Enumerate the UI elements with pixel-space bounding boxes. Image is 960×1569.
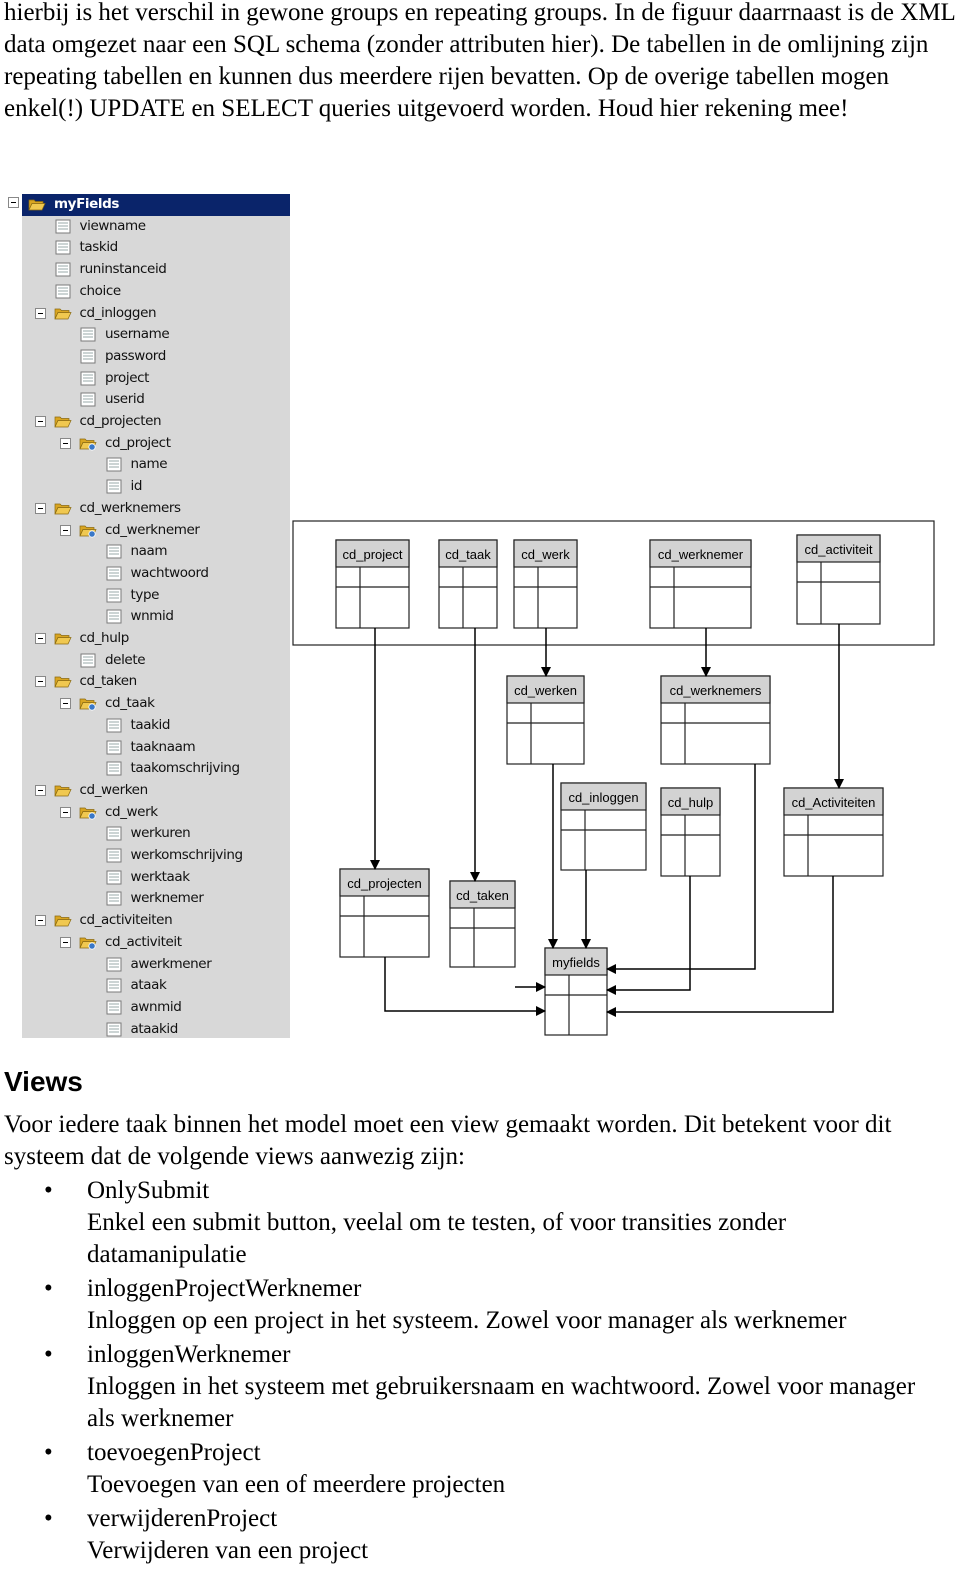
view-name: OnlySubmit [87,1177,210,1204]
views-heading: Views [4,1066,83,1097]
bullet: • [44,1341,53,1368]
views-intro: Voor iedere taak binnen het model moet e… [4,1111,892,1170]
view-description: Inloggen in het systeem met gebruikersna… [87,1373,916,1432]
bullet: • [44,1177,53,1204]
table-cd-werk-label: cd_werk [521,547,570,562]
list-item: • toevoegenProject Toevoegen van een of me… [0,1437,947,1501]
bullet: • [44,1275,53,1302]
table-cd-project-label: cd_project [343,547,403,562]
table-cd-activiteiten-label: cd_Activiteiten [792,795,876,810]
view-name: inloggenProjectWerknemer [87,1275,362,1302]
list-item: • OnlySubmit Enkel een submit button, veel… [0,1175,947,1271]
views-list: • OnlySubmit Enkel een submit button, veel… [0,1175,947,1569]
view-description: Enkel een submit button, veelal om te te… [87,1209,787,1268]
collapse-toggle[interactable] [8,197,19,208]
view-name: inloggenWerknemer [87,1341,291,1368]
list-item: • inloggenWerknemer Inloggen in het systee… [0,1339,947,1435]
view-name: toevoegenProject [87,1439,261,1466]
table-cd-taak-label: cd_taak [445,547,491,562]
table-myfields-label: myfields [552,955,600,970]
table-cd-werknemers-label: cd_werknemers [670,683,762,698]
view-name: verwijderenProject [87,1505,278,1532]
table-cd-werknemer-label: cd_werknemer [658,547,744,562]
sql-schema-diagram: cd_project cd_taak cd_werk cd_werknemer cd_a… [292,520,935,1036]
list-item: • inloggenProjectWerknemer Inloggen op een… [0,1273,947,1337]
table-cd-hulp-label: cd_hulp [668,795,714,810]
table-cd-activiteit-label: cd_activiteit [805,542,873,557]
list-item: • verwijderenProject Verwijderen van een p… [0,1503,947,1567]
table-cd-inloggen-label: cd_inloggen [568,790,638,805]
bullet: • [44,1439,53,1466]
view-description: Toevoegen van een of meerdere projecten [87,1471,506,1498]
view-description: Inloggen op een project in het systeem. … [87,1307,847,1334]
relation-arrow [606,876,834,1017]
table-cd-werken-label: cd_werken [514,683,577,698]
relation-arrow [606,876,691,995]
bullet: • [44,1505,53,1532]
table-cd-taken-label: cd_taken [456,888,509,903]
table-cd-projecten-label: cd_projecten [347,876,421,891]
view-description: Verwijderen van een project [87,1537,369,1564]
